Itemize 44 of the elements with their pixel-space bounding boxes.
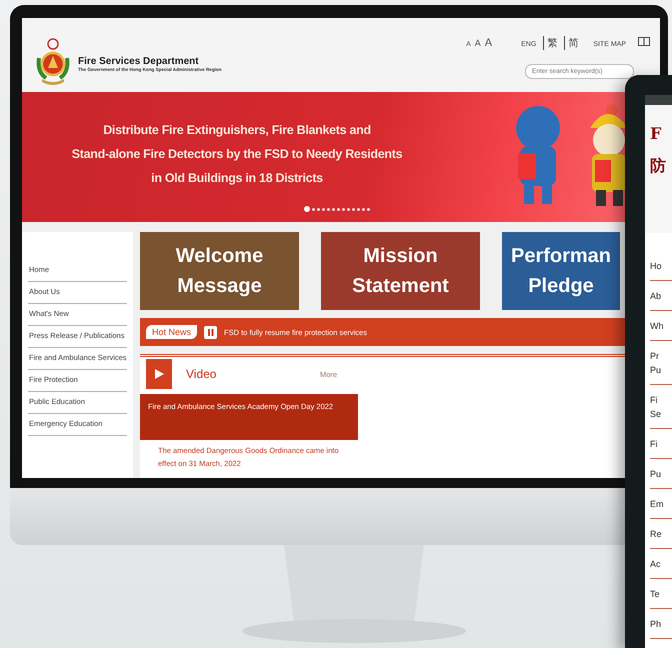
carousel-dot[interactable] — [322, 208, 325, 210]
carousel-dot[interactable] — [352, 208, 355, 210]
carousel-dot[interactable] — [367, 208, 370, 210]
tablet-menu-item[interactable]: Ab — [650, 281, 672, 311]
tablet-heading: F — [650, 125, 662, 143]
carousel-dot[interactable] — [327, 208, 330, 210]
tablet-menu-item[interactable]: Te — [650, 579, 672, 609]
hot-news-label: Hot News — [146, 325, 198, 339]
banner-headline: Stand-alone Fire Detectors by the FSD to Needy Residents — [72, 146, 402, 163]
carousel-dot[interactable] — [304, 206, 310, 212]
language-link[interactable]: 简 — [564, 36, 582, 50]
video-title: Video — [186, 367, 218, 381]
font-size-link[interactable]: A — [474, 38, 481, 48]
banner-headline: Distribute Fire Extinguishers, Fire Blankets and — [103, 122, 371, 139]
tablet-menu-item[interactable]: Pr Pu — [650, 341, 672, 385]
feature-tile[interactable]: Performan Pledge — [502, 232, 620, 310]
play-icon[interactable] — [146, 359, 172, 389]
tablet-menu-item[interactable]: Fi Se — [650, 385, 672, 429]
pause-icon[interactable] — [204, 326, 218, 338]
tablet-menu-item[interactable]: Re — [650, 519, 672, 549]
carousel-dot[interactable] — [332, 208, 335, 210]
carousel-dot[interactable] — [342, 208, 345, 210]
carousel-dot[interactable] — [357, 208, 360, 210]
feature-tile[interactable]: Mission Statement — [321, 232, 480, 310]
tablet-menu-item[interactable]: Em — [650, 489, 672, 519]
book-icon[interactable] — [638, 37, 650, 46]
carousel-dot[interactable] — [362, 208, 365, 210]
carousel-dot[interactable] — [312, 208, 315, 210]
carousel-dot[interactable] — [347, 208, 350, 210]
tablet-menu-item[interactable]: Pu — [650, 459, 672, 489]
tablet-menu-item[interactable]: Wh — [650, 311, 672, 341]
tablet-menu-item[interactable]: Ph — [650, 609, 672, 639]
feature-tile[interactable]: Welcome Message — [140, 232, 299, 310]
language-link[interactable]: 繁 — [543, 36, 560, 50]
site-title: Fire Services Department — [78, 56, 200, 67]
carousel-dot[interactable] — [337, 208, 340, 210]
crest-logo-icon — [36, 38, 70, 86]
tablet-menu-item[interactable]: Ac — [650, 549, 672, 579]
banner-headline: in Old Buildings in 18 Districts — [151, 170, 323, 187]
tablet-heading: 防 — [650, 157, 667, 175]
tablet-menu-item[interactable]: Ho — [650, 251, 672, 281]
font-size-link[interactable]: A — [484, 37, 492, 49]
tablet-menu-item[interactable]: Fi — [650, 429, 672, 459]
carousel-dot[interactable] — [317, 208, 320, 210]
